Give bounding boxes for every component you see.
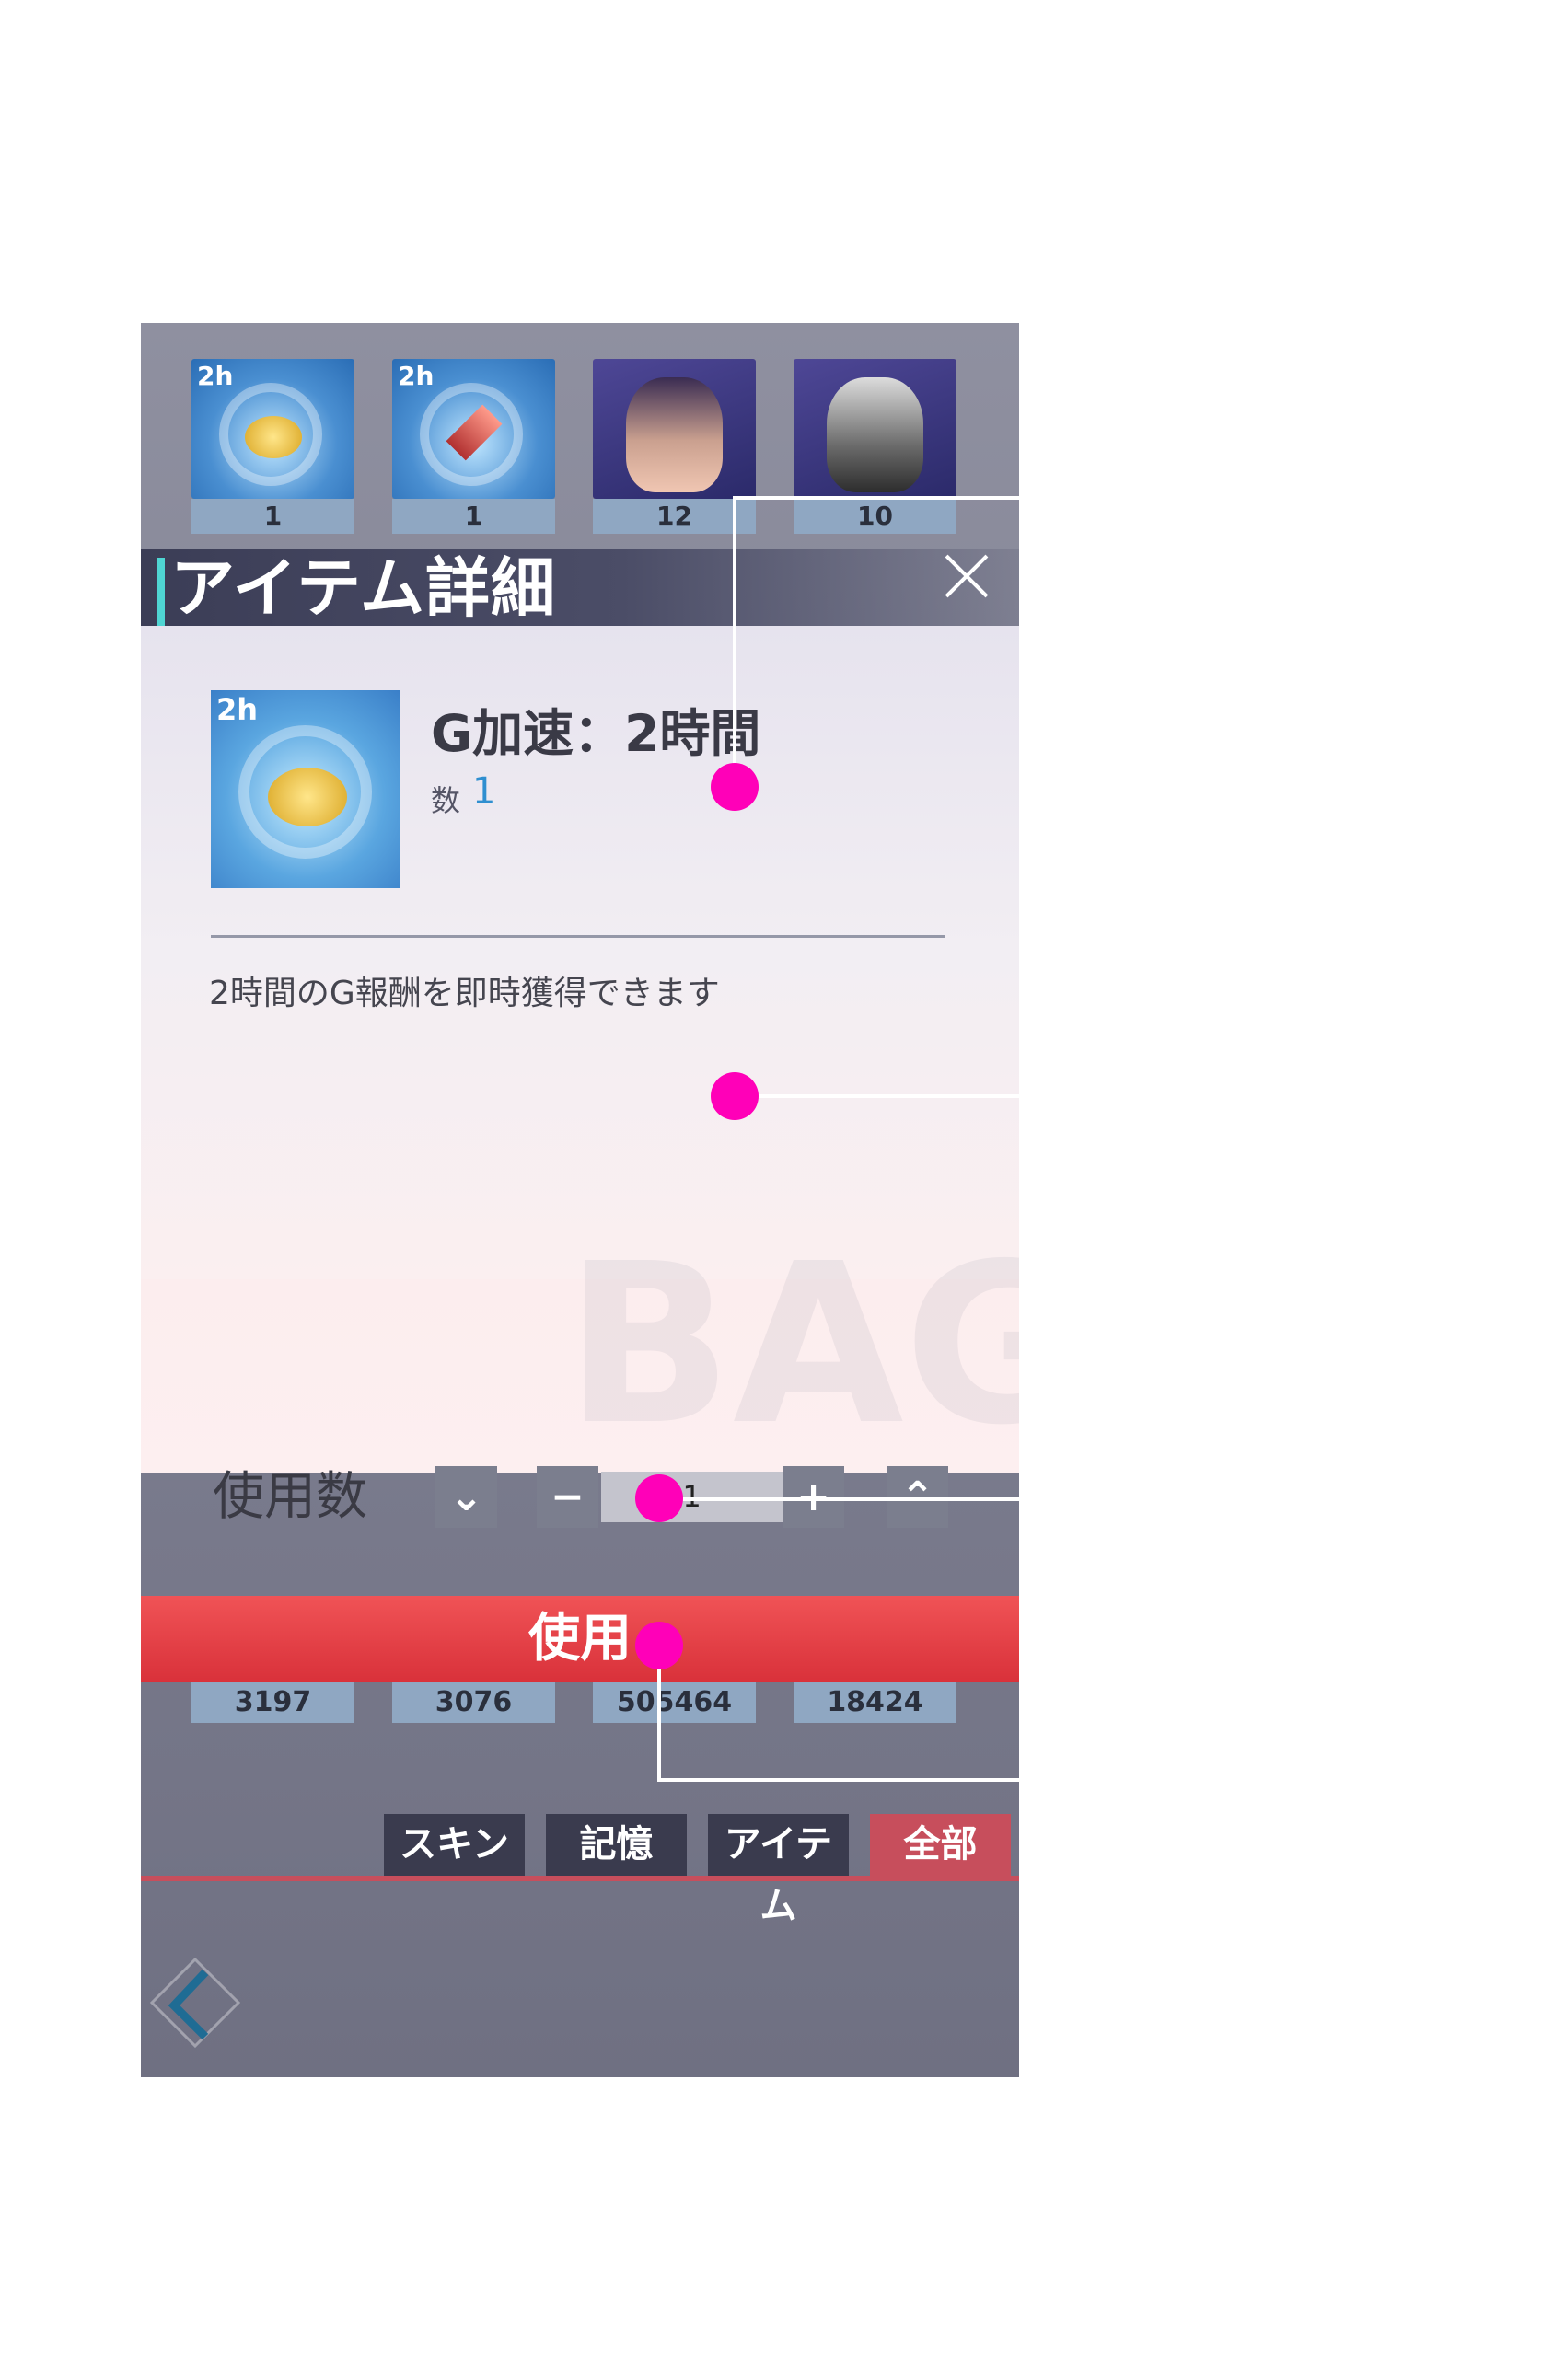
close-icon[interactable] — [942, 551, 991, 601]
annotation-line — [733, 496, 736, 787]
back-arrow-icon[interactable] — [145, 1952, 246, 2053]
annotation-dot — [635, 1622, 683, 1669]
annotation-line — [657, 1778, 1019, 1782]
tab-all[interactable]: 全部 — [870, 1814, 1011, 1876]
inventory-row: 3197 3076 505464 18424 — [191, 1682, 956, 1723]
item-count: 505464 — [593, 1682, 756, 1723]
item-name: G加速：2時間 — [431, 704, 761, 763]
chevron-down-icon: ⌄ — [449, 1473, 483, 1520]
annotation-dot — [711, 1072, 759, 1120]
minus-icon: − — [551, 1473, 585, 1520]
item-detail-panel: 2h G加速：2時間 数 1 2時間のG報酬を即時獲得できます — [141, 626, 1019, 1279]
inventory-item-gold-boost[interactable]: 2h 1 — [191, 359, 354, 534]
inventory-item-gem-boost[interactable]: 2h 1 — [392, 359, 555, 534]
game-screen: 2h 1 2h 1 12 10 アイテム詳細 2h G加速：2時間 数 1 2時… — [141, 323, 1019, 2077]
tab-skin[interactable]: スキン — [384, 1814, 525, 1876]
duration-tag: 2h — [197, 361, 234, 391]
decrement-button[interactable]: − — [537, 1466, 598, 1528]
gem-boost-icon: 2h — [392, 359, 555, 499]
item-count: 1 — [191, 499, 354, 534]
dialog-title: アイテム詳細 — [170, 550, 556, 626]
annotation-line — [657, 1497, 1019, 1501]
item-description: 2時間のG報酬を即時獲得できます — [209, 975, 720, 1012]
annotation-line — [733, 496, 1019, 500]
annotation-dot — [635, 1474, 683, 1522]
tab-memory[interactable]: 記憶 — [546, 1814, 687, 1876]
quantity-value: 1 — [472, 770, 496, 813]
item-count: 12 — [593, 499, 756, 534]
item-count: 10 — [794, 499, 956, 534]
quantity-label: 数 — [431, 783, 461, 818]
tab-item[interactable]: アイテム — [708, 1814, 849, 1927]
use-button[interactable]: 使用 — [141, 1596, 1019, 1682]
annotation-dot — [711, 763, 759, 811]
duration-tag: 2h — [216, 692, 259, 727]
item-count: 1 — [392, 499, 555, 534]
decrease-min-button[interactable]: ⌄ — [435, 1466, 497, 1528]
inventory-item-memory[interactable]: 12 — [593, 359, 756, 534]
filter-tabs: スキン 記憶 アイテム 全部 — [384, 1814, 1011, 1927]
item-count: 3076 — [392, 1682, 555, 1723]
use-button-label: 使用 — [528, 1609, 632, 1669]
duration-tag: 2h — [398, 361, 435, 391]
item-count: 3197 — [191, 1682, 354, 1723]
gold-boost-icon: 2h — [211, 690, 400, 888]
inventory-item-memory[interactable]: 10 — [794, 359, 956, 534]
character-portrait-icon — [593, 359, 756, 499]
inventory-row: 2h 1 2h 1 12 10 — [191, 359, 956, 534]
use-count-label: 使用数 — [213, 1467, 367, 1527]
divider — [211, 935, 945, 938]
bag-watermark: BAG — [564, 1216, 1019, 1473]
annotation-line — [733, 1094, 1019, 1098]
tab-underline — [141, 1876, 1019, 1881]
character-portrait-icon — [794, 359, 956, 499]
header-accent — [157, 558, 165, 626]
item-count: 18424 — [794, 1682, 956, 1723]
gold-boost-icon: 2h — [191, 359, 354, 499]
